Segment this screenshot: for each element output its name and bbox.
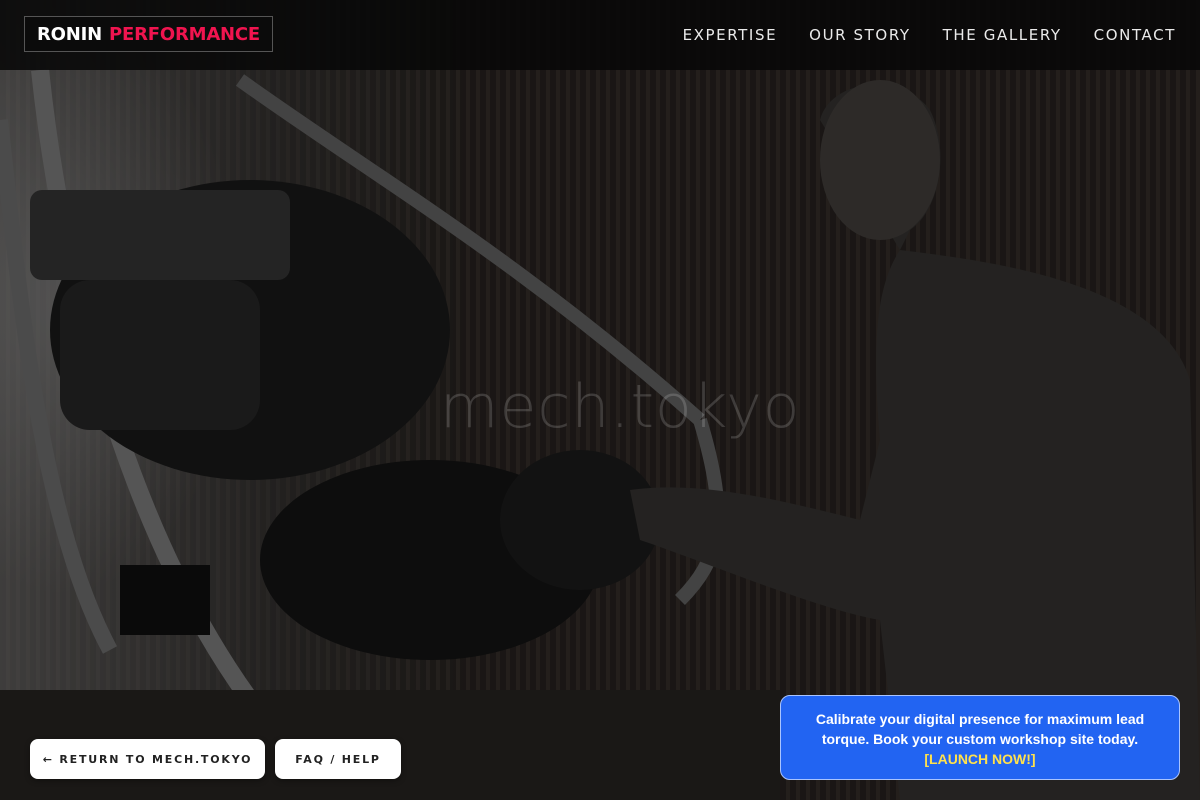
promo-banner[interactable]: Calibrate your digital presence for maxi… [780, 695, 1180, 780]
page: mech.tokyo RONIN PERFORMANCE EXPERTISE O… [0, 0, 1200, 800]
logo-word-ronin: RONIN [37, 23, 102, 45]
return-to-mech-tokyo-button[interactable]: ← RETURN TO MECH.TOKYO [30, 739, 265, 779]
nav-item-our-story[interactable]: OUR STORY [809, 26, 911, 44]
promo-text: Calibrate your digital presence for maxi… [815, 711, 1145, 747]
faq-help-button[interactable]: FAQ / HELP [275, 739, 401, 779]
logo-word-performance: PERFORMANCE [109, 23, 261, 45]
main-nav: EXPERTISE OUR STORY THE GALLERY CONTACT [651, 0, 1176, 70]
nav-item-contact[interactable]: CONTACT [1094, 26, 1176, 44]
site-watermark: mech.tokyo [440, 372, 801, 442]
nav-item-expertise[interactable]: EXPERTISE [683, 26, 778, 44]
site-header: RONIN PERFORMANCE EXPERTISE OUR STORY TH… [0, 0, 1200, 70]
nav-item-the-gallery[interactable]: THE GALLERY [943, 26, 1062, 44]
promo-launch-link[interactable]: [LAUNCH NOW!] [801, 749, 1159, 769]
site-logo[interactable]: RONIN PERFORMANCE [24, 16, 274, 52]
